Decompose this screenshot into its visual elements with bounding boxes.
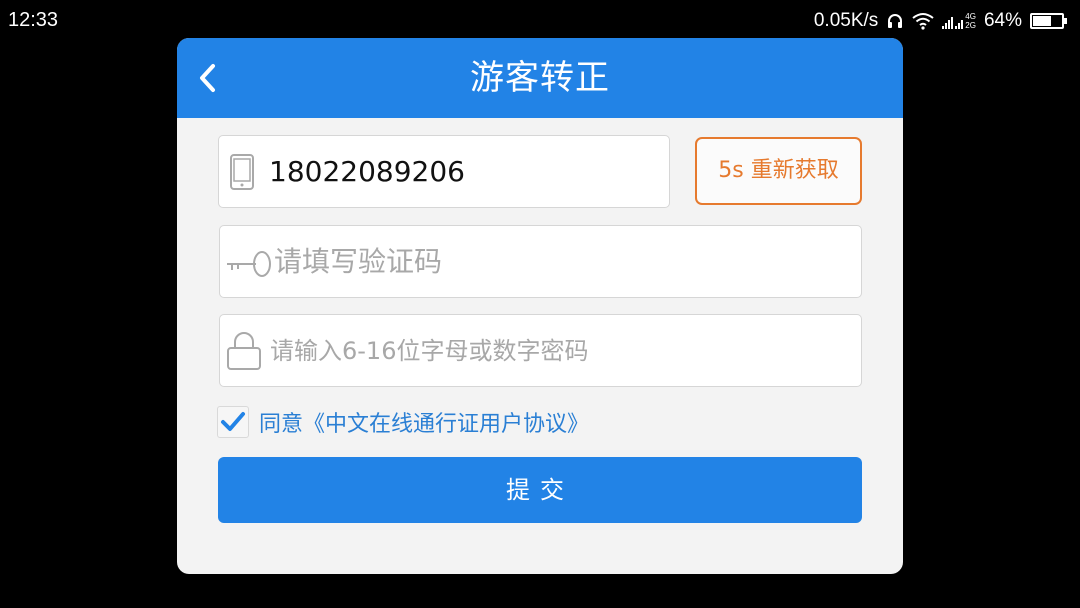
verification-code-field <box>219 225 862 298</box>
battery-icon <box>1030 12 1068 30</box>
status-time: 12:33 <box>8 9 59 31</box>
password-input[interactable] <box>270 315 840 386</box>
wifi-icon <box>912 12 934 30</box>
back-button[interactable] <box>191 60 227 96</box>
resend-code-button[interactable]: 5s 重新获取 <box>695 137 862 205</box>
phone-input[interactable] <box>269 136 659 207</box>
agreement-row: 同意《中文在线通行证用户协议》 <box>217 404 589 440</box>
phone-field <box>218 135 670 208</box>
network-type: 4G 2G <box>965 12 976 30</box>
dialog-header: 游客转正 <box>177 38 903 118</box>
phone-icon <box>230 154 254 190</box>
lock-icon <box>227 332 261 370</box>
checkmark-icon <box>221 412 245 431</box>
status-bar: 12:33 0.05K/s 4G 2G 64% <box>0 0 1080 40</box>
battery-percent: 64% <box>983 10 1022 31</box>
agreement-link[interactable]: 同意《中文在线通行证用户协议》 <box>259 406 589 438</box>
status-indicators: 0.05K/s 4G 2G 64% <box>814 9 1068 33</box>
verification-code-input[interactable] <box>274 226 844 297</box>
password-field <box>219 314 862 387</box>
key-icon <box>227 251 271 277</box>
signal-icon: 4G 2G <box>942 12 976 30</box>
chevron-left-icon <box>200 64 215 92</box>
headphones-icon <box>886 12 904 30</box>
upgrade-dialog: 游客转正 5s 重新获取 同意《中文在线通行证用户协议》 提交 <box>177 38 903 574</box>
dialog-title: 游客转正 <box>470 58 610 98</box>
submit-button[interactable]: 提交 <box>218 457 862 523</box>
net-speed: 0.05K/s <box>813 10 879 31</box>
agreement-checkbox[interactable] <box>217 406 249 438</box>
